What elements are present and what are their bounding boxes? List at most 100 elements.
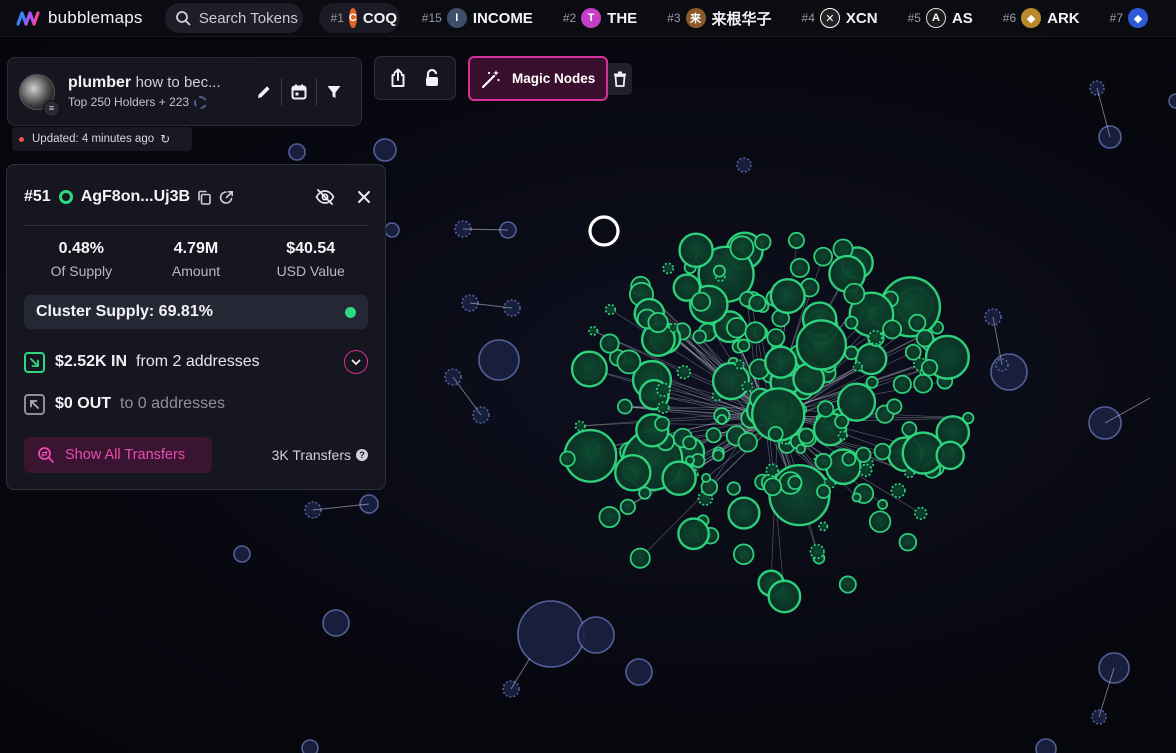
holder-bubble[interactable]	[764, 345, 798, 379]
holder-bubble[interactable]	[677, 517, 710, 551]
search-input[interactable]: Search Tokens	[164, 3, 303, 33]
holder-bubble[interactable]	[737, 432, 758, 453]
edit-button[interactable]	[247, 75, 281, 109]
holder-bubble[interactable]	[598, 506, 621, 529]
ticker-item[interactable]: #7 ◆	[1102, 3, 1162, 33]
refresh-icon[interactable]: ↻	[160, 132, 170, 146]
holder-bubble[interactable]	[844, 315, 859, 330]
ticker-item[interactable]: #5 A AS	[900, 3, 981, 33]
holder-bubble[interactable]	[726, 481, 741, 496]
wallet-bubble[interactable]	[233, 545, 251, 563]
holder-bubble[interactable]	[668, 322, 679, 333]
holder-bubble[interactable]	[656, 401, 670, 414]
holder-bubble[interactable]	[616, 398, 633, 415]
wallet-bubble[interactable]	[384, 222, 400, 238]
wallet-bubble[interactable]	[1035, 738, 1057, 753]
holder-bubble[interactable]	[726, 317, 748, 339]
holder-bubble[interactable]	[837, 430, 848, 441]
lock-button[interactable]	[417, 63, 447, 93]
holder-bubble[interactable]	[765, 463, 780, 478]
holder-bubble[interactable]	[619, 498, 636, 515]
holder-bubble[interactable]	[712, 449, 725, 462]
wallet-bubble[interactable]	[478, 339, 520, 381]
holder-bubble[interactable]	[814, 452, 833, 471]
holder-bubble[interactable]	[892, 374, 912, 394]
holder-bubble[interactable]	[574, 420, 586, 432]
holder-bubble[interactable]	[588, 325, 599, 336]
selected-bubble[interactable]	[588, 215, 620, 247]
holder-bubble[interactable]	[818, 521, 829, 532]
holder-bubble[interactable]	[691, 291, 712, 312]
holder-bubble[interactable]	[841, 451, 857, 467]
holder-bubble[interactable]	[904, 343, 922, 361]
wallet-bubble[interactable]	[322, 609, 350, 637]
holder-bubble[interactable]	[865, 375, 879, 389]
open-external-button[interactable]	[219, 190, 234, 205]
holder-bubble[interactable]	[754, 233, 772, 251]
delete-button[interactable]	[608, 63, 632, 95]
holder-bubble[interactable]	[711, 361, 751, 401]
ticker-item[interactable]: #2 T THE	[555, 3, 645, 33]
holder-bubble[interactable]	[570, 350, 608, 388]
show-all-transfers-button[interactable]: Show All Transfers	[24, 437, 212, 473]
holder-bubble[interactable]	[741, 380, 754, 393]
holder-bubble[interactable]	[868, 510, 892, 533]
holder-bubble[interactable]	[787, 475, 803, 491]
magic-nodes-button[interactable]: Magic Nodes	[468, 56, 608, 101]
holder-bubble[interactable]	[920, 359, 939, 377]
holder-bubble[interactable]	[727, 496, 761, 530]
holder-bubble[interactable]	[736, 338, 751, 353]
ticker-item[interactable]: #15 I INCOME	[414, 3, 541, 33]
copy-button[interactable]	[197, 190, 212, 205]
holder-bubble[interactable]	[744, 321, 767, 344]
holder-bubble[interactable]	[913, 373, 933, 394]
holder-bubble[interactable]	[795, 319, 848, 371]
ticker-item[interactable]: #3 来 来根华子	[659, 3, 779, 33]
help-icon[interactable]: ?	[356, 449, 368, 461]
holder-bubble[interactable]	[638, 486, 652, 500]
wallet-bubble[interactable]	[736, 157, 752, 173]
holder-bubble[interactable]	[890, 483, 906, 499]
holder-bubble[interactable]	[816, 400, 835, 418]
holder-bubble[interactable]	[789, 257, 810, 278]
holder-bubble[interactable]	[843, 282, 866, 305]
cluster-supply-bar[interactable]: Cluster Supply: 69.81%	[24, 295, 368, 329]
holder-bubble[interactable]	[838, 575, 857, 594]
ticker-item[interactable]: #1 C COQ n	[318, 3, 400, 33]
holder-bubble[interactable]	[882, 319, 903, 340]
wallet-bubble[interactable]	[288, 143, 306, 161]
holder-bubble[interactable]	[678, 232, 714, 268]
holder-bubble[interactable]	[877, 499, 889, 510]
holder-bubble[interactable]	[614, 454, 652, 492]
holder-bubble[interactable]	[767, 579, 802, 614]
share-button[interactable]	[383, 63, 413, 93]
holder-bubble[interactable]	[701, 472, 712, 483]
holder-bubble[interactable]	[886, 398, 903, 415]
holder-bubble[interactable]	[816, 484, 831, 499]
holder-bubble[interactable]	[629, 547, 651, 569]
expand-inflow-button[interactable]	[344, 350, 368, 374]
wallet-bubble[interactable]	[517, 600, 585, 668]
ticker-item[interactable]: #6 ◆ ARK	[995, 3, 1088, 33]
holder-bubble[interactable]	[844, 345, 859, 361]
ticker-item[interactable]: #4 ✕ XCN	[794, 3, 886, 33]
app-logo[interactable]: bubblemaps	[16, 8, 159, 28]
wallet-bubble[interactable]	[990, 353, 1028, 391]
wallet-bubble[interactable]	[373, 138, 397, 162]
calendar-button[interactable]	[282, 75, 316, 109]
holder-bubble[interactable]	[908, 313, 927, 332]
holder-bubble[interactable]	[798, 427, 815, 445]
holder-bubble[interactable]	[766, 328, 786, 348]
filter-button[interactable]	[317, 75, 351, 109]
wallet-bubble[interactable]	[577, 616, 615, 654]
wallet-bubble[interactable]	[1168, 93, 1176, 109]
holder-bubble[interactable]	[767, 425, 784, 442]
holder-bubble[interactable]	[748, 293, 767, 312]
wallet-bubble[interactable]	[301, 739, 319, 753]
holder-bubble[interactable]	[813, 246, 833, 267]
holder-bubble[interactable]	[852, 361, 863, 372]
holder-bubble[interactable]	[712, 264, 726, 278]
holder-bubble[interactable]	[559, 450, 576, 468]
holder-bubble[interactable]	[867, 330, 883, 345]
close-button[interactable]	[357, 190, 371, 204]
